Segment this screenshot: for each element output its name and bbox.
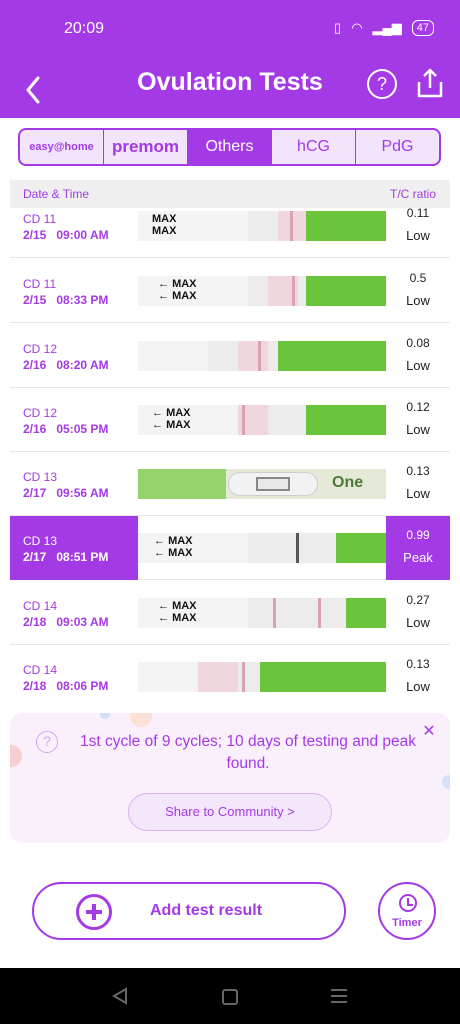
level-label: Low <box>406 228 430 243</box>
date-time-header: Date & Time <box>23 187 90 201</box>
test-date: 2/17 09:56 AM <box>23 486 109 500</box>
test-strip-image <box>138 662 386 692</box>
nav-menu-icon[interactable] <box>330 988 348 1004</box>
tc-ratio: 0.5 <box>409 271 427 285</box>
tc-ratio: 0.27 <box>406 593 430 607</box>
test-strip-image: ← MAX ← MAX <box>138 533 386 563</box>
tc-ratio: 0.12 <box>406 400 430 414</box>
tab-others[interactable]: Others <box>188 130 272 164</box>
decor-dot <box>130 713 152 727</box>
test-row[interactable]: CD 11 2/15 08:33 PM ← MAX ← MAX 0.5 Low <box>10 259 450 323</box>
decor-dot <box>100 713 110 719</box>
tc-ratio-header: T/C ratio <box>389 187 436 201</box>
status-icons: ▯ ◠ ▂▄▆ 47 <box>334 20 434 36</box>
wifi-icon: ◠ <box>351 20 363 35</box>
test-row[interactable]: CD 14 2/18 08:06 PM 0.13 Low <box>10 645 450 708</box>
tc-ratio: 0.13 <box>406 657 430 671</box>
test-strip-image: ← MAX ← MAX <box>138 405 386 435</box>
question-icon: ? <box>36 731 58 753</box>
question-icon: ? <box>376 74 387 94</box>
tab-easy-home[interactable]: easy@home <box>20 130 104 164</box>
status-time: 20:09 <box>64 20 105 37</box>
cycle-day: CD 11 <box>23 277 57 291</box>
test-strip-image: MAX MAX <box>138 211 386 241</box>
add-test-result-label: Add test result <box>150 902 263 919</box>
test-strip-image: One <box>138 469 386 499</box>
tc-ratio: 0.13 <box>406 464 430 478</box>
signal-icon: ▂▄▆ <box>372 20 402 35</box>
system-nav-bar <box>0 968 460 1024</box>
test-row[interactable]: CD 13 2/17 09:56 AM One 0.13 Low <box>10 452 450 516</box>
test-row-peak[interactable]: CD 13 2/17 08:51 PM ← MAX ← MAX 0.99 Peak <box>10 516 450 580</box>
level-label: Low <box>406 679 430 694</box>
clock-icon <box>399 894 417 912</box>
summary-text: 1st cycle of 9 cycles; 10 days of testin… <box>79 733 417 772</box>
test-row[interactable]: CD 11 2/15 09:00 AM MAX MAX 0.11 Low <box>10 208 450 258</box>
cycle-day: CD 13 <box>23 534 58 548</box>
test-date: 2/17 08:51 PM <box>23 550 109 564</box>
level-label: Low <box>406 293 430 308</box>
cycle-day: CD 13 <box>23 470 58 484</box>
share-button[interactable] <box>415 66 445 100</box>
test-strip-image: ← MAX ← MAX <box>138 276 386 306</box>
vibrate-icon: ▯ <box>334 20 342 35</box>
test-strip-image: ← MAX ← MAX <box>138 598 386 628</box>
timer-label: Timer <box>392 917 422 929</box>
share-to-community-button[interactable]: Share to Community > <box>128 793 332 831</box>
brand-tabs: easy@home premom Others hCG PdG <box>18 128 441 166</box>
cycle-day: CD 14 <box>23 663 58 677</box>
tc-ratio: 0.99 <box>406 528 430 542</box>
share-icon <box>417 68 443 98</box>
test-date: 2/16 08:20 AM <box>23 358 109 372</box>
cycle-day: CD 14 <box>23 599 58 613</box>
test-date: 2/16 05:05 PM <box>23 422 109 436</box>
close-button[interactable]: ✕ <box>416 719 442 745</box>
decor-dot <box>10 745 22 767</box>
cycle-day: CD 12 <box>23 342 58 356</box>
cycle-day: CD 12 <box>23 406 58 420</box>
level-label: Low <box>406 615 430 630</box>
easy-home-logo: easy@home <box>29 141 94 153</box>
summary-card: ? 1st cycle of 9 cycles; 10 days of test… <box>10 713 450 843</box>
level-label: Low <box>406 358 430 373</box>
test-date: 2/18 08:06 PM <box>23 679 109 693</box>
battery-indicator: 47 <box>411 20 434 36</box>
test-date: 2/15 09:00 AM <box>23 228 109 242</box>
timer-button[interactable]: Timer <box>378 882 436 940</box>
test-date: 2/15 08:33 PM <box>23 293 109 307</box>
tab-pdg[interactable]: PdG <box>356 130 439 164</box>
close-icon: ✕ <box>422 723 436 740</box>
status-bar: 20:09 ▯ ◠ ▂▄▆ 47 <box>0 0 460 60</box>
list-header: Date & Time T/C ratio <box>10 180 450 208</box>
level-label: Low <box>406 422 430 437</box>
test-strip-image <box>138 341 386 371</box>
cycle-day: CD 11 <box>23 212 57 226</box>
nav-back-icon[interactable] <box>110 986 130 1006</box>
test-date: 2/18 09:03 AM <box>23 615 109 629</box>
tab-premom[interactable]: premom <box>104 130 188 164</box>
tc-ratio: 0.11 <box>406 208 430 220</box>
plus-circle-icon <box>76 894 112 930</box>
app-header: Ovulation Tests ? <box>0 60 460 118</box>
test-row[interactable]: CD 12 2/16 08:20 AM 0.08 Low <box>10 324 450 388</box>
help-button[interactable]: ? <box>367 69 397 99</box>
add-test-result-button[interactable]: Add test result <box>32 882 346 940</box>
nav-home-icon[interactable] <box>222 989 238 1005</box>
test-list[interactable]: CD 11 2/15 09:00 AM MAX MAX 0.11 Low CD 1… <box>10 208 450 708</box>
test-row[interactable]: CD 12 2/16 05:05 PM ← MAX ← MAX 0.12 Low <box>10 388 450 452</box>
premom-logo: premom <box>111 137 180 156</box>
tab-hcg[interactable]: hCG <box>272 130 356 164</box>
tc-ratio: 0.08 <box>406 336 430 350</box>
decor-dot <box>442 775 450 789</box>
level-label: Low <box>406 486 430 501</box>
level-label: Peak <box>403 550 433 565</box>
test-row[interactable]: CD 14 2/18 09:03 AM ← MAX ← MAX 0.27 Low <box>10 581 450 645</box>
